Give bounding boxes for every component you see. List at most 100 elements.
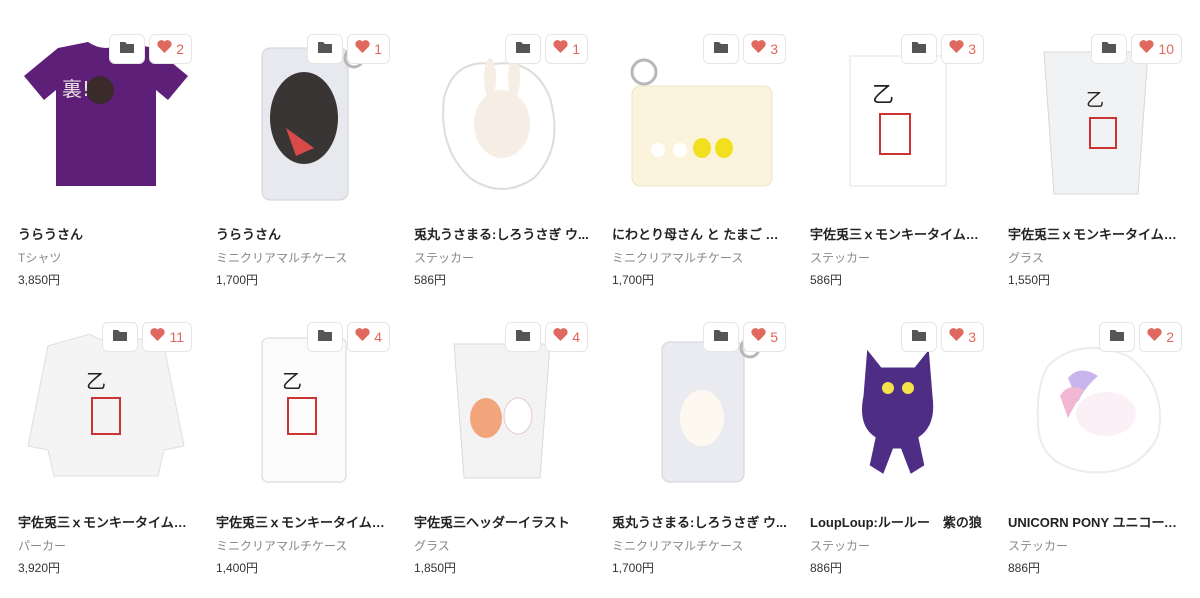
product-price: 886円	[810, 561, 843, 575]
like-count: 4	[572, 329, 580, 345]
svg-text:乙: 乙	[282, 369, 302, 393]
product-image[interactable]: 乙 3	[810, 34, 986, 214]
product-card[interactable]: 2 UNICORN PONY ユニコーン... ステッカー 886円	[1008, 322, 1184, 576]
product-title[interactable]: 宇佐兎三ｘモンキータイム ...	[1008, 224, 1184, 243]
product-image[interactable]: 乙 11	[18, 322, 194, 502]
folder-icon	[515, 328, 531, 347]
product-card[interactable]: 3 LoupLoup:ルールー 紫の狼 ステッカー 886円	[810, 322, 986, 576]
like-button[interactable]: 1	[545, 34, 588, 64]
hoodie-image: 乙	[27, 333, 185, 477]
product-card[interactable]: 乙 3 宇佐兎三ｘモンキータイム ... ステッカー 586円	[810, 34, 986, 288]
add-to-folder-button[interactable]	[1099, 322, 1136, 352]
product-image[interactable]: 3	[810, 322, 986, 502]
add-to-folder-button[interactable]	[703, 34, 740, 64]
heart-icon	[1139, 40, 1155, 58]
like-button[interactable]: 4	[347, 322, 390, 352]
product-title[interactable]: 宇佐兎三ヘッダーイラスト	[414, 512, 590, 531]
product-card[interactable]: 1 うらうさん ミニクリアマルチケース 1,700円	[216, 34, 392, 288]
like-count: 1	[374, 41, 382, 57]
product-image[interactable]: 2	[1008, 322, 1184, 502]
product-title[interactable]: 兎丸うさまる:しろうさぎ ウ...	[414, 224, 590, 243]
add-to-folder-button[interactable]	[901, 322, 938, 352]
product-image[interactable]: 4	[414, 322, 590, 502]
folder-icon	[515, 40, 531, 59]
card-actions: 1	[505, 34, 588, 64]
card-actions: 2	[1099, 322, 1182, 352]
add-to-folder-button[interactable]	[703, 322, 740, 352]
product-card[interactable]: 乙 11 宇佐兎三ｘモンキータイム ... パーカー 3,920円	[18, 322, 194, 576]
like-button[interactable]: 10	[1131, 34, 1182, 64]
product-grid: 裏! 2 うらうさん Tシャツ 3,850円 1 うらうさん ミニクリアマルチケ…	[0, 0, 1200, 598]
folder-icon	[1109, 328, 1125, 347]
like-count: 2	[176, 41, 184, 57]
folder-icon	[713, 40, 729, 59]
product-image[interactable]: 乙 10	[1008, 34, 1184, 214]
like-count: 3	[968, 329, 976, 345]
add-to-folder-button[interactable]	[102, 322, 139, 352]
like-button[interactable]: 5	[743, 322, 786, 352]
product-title[interactable]: うらうさん	[216, 224, 392, 243]
like-button[interactable]: 2	[149, 34, 192, 64]
product-category: ステッカー	[810, 539, 871, 553]
product-card[interactable]: 5 兎丸うさまる:しろうさぎ ウ... ミニクリアマルチケース 1,700円	[612, 322, 788, 576]
product-title[interactable]: LoupLoup:ルールー 紫の狼	[810, 512, 986, 531]
product-title[interactable]: うらうさん	[18, 224, 194, 243]
add-to-folder-button[interactable]	[109, 34, 146, 64]
heart-icon	[751, 328, 766, 346]
product-image[interactable]: 1	[216, 34, 392, 214]
like-button[interactable]: 11	[142, 322, 192, 352]
product-card[interactable]: 乙 10 宇佐兎三ｘモンキータイム ... グラス 1,550円	[1008, 34, 1184, 288]
product-card[interactable]: 4 宇佐兎三ヘッダーイラスト グラス 1,850円	[414, 322, 590, 576]
card-actions: 3	[901, 322, 984, 352]
like-button[interactable]: 2	[1139, 322, 1182, 352]
product-title[interactable]: 宇佐兎三ｘモンキータイム ...	[810, 224, 986, 243]
product-image[interactable]: 裏! 2	[18, 34, 194, 214]
product-card[interactable]: 乙 4 宇佐兎三ｘモンキータイム ... ミニクリアマルチケース 1,400円	[216, 322, 392, 576]
add-to-folder-button[interactable]	[505, 34, 542, 64]
clear-case-image	[261, 47, 365, 201]
add-to-folder-button[interactable]	[307, 322, 344, 352]
product-image[interactable]: 5	[612, 322, 788, 502]
product-image[interactable]: 乙 4	[216, 322, 392, 502]
product-price: 1,700円	[612, 273, 655, 287]
svg-text:乙: 乙	[86, 369, 106, 393]
product-title[interactable]: にわとり母さん と たまご と ...	[612, 224, 788, 243]
heart-icon	[553, 40, 568, 58]
product-title[interactable]: 宇佐兎三ｘモンキータイム ...	[18, 512, 194, 531]
product-category: ステッカー	[414, 251, 475, 265]
like-button[interactable]: 3	[743, 34, 786, 64]
like-button[interactable]: 4	[545, 322, 588, 352]
card-actions: 3	[901, 34, 984, 64]
product-card[interactable]: 3 にわとり母さん と たまご と ... ミニクリアマルチケース 1,700円	[612, 34, 788, 288]
product-price: 3,920円	[18, 561, 61, 575]
glass-image	[453, 343, 551, 479]
product-card[interactable]: 裏! 2 うらうさん Tシャツ 3,850円	[18, 34, 194, 288]
heart-icon	[949, 40, 964, 58]
like-button[interactable]: 3	[941, 34, 984, 64]
product-title[interactable]: 兎丸うさまる:しろうさぎ ウ...	[612, 512, 788, 531]
clear-case-image	[661, 337, 761, 483]
like-count: 5	[770, 329, 778, 345]
svg-text:裏!: 裏!	[62, 77, 90, 101]
product-image[interactable]: 1	[414, 34, 590, 214]
folder-icon	[911, 40, 927, 59]
add-to-folder-button[interactable]	[901, 34, 938, 64]
like-count: 10	[1158, 41, 1174, 57]
product-price: 1,400円	[216, 561, 259, 575]
product-price: 586円	[414, 273, 447, 287]
like-button[interactable]: 3	[941, 322, 984, 352]
product-image[interactable]: 3	[612, 34, 788, 214]
add-to-folder-button[interactable]	[1091, 34, 1128, 64]
product-price: 1,700円	[612, 561, 655, 575]
product-category: ミニクリアマルチケース	[216, 539, 348, 553]
add-to-folder-button[interactable]	[307, 34, 344, 64]
add-to-folder-button[interactable]	[505, 322, 542, 352]
product-title[interactable]: UNICORN PONY ユニコーン...	[1008, 512, 1184, 531]
product-card[interactable]: 1 兎丸うさまる:しろうさぎ ウ... ステッカー 586円	[414, 34, 590, 288]
folder-icon	[911, 328, 927, 347]
like-button[interactable]: 1	[347, 34, 390, 64]
like-count: 3	[968, 41, 976, 57]
card-actions: 5	[703, 322, 786, 352]
product-title[interactable]: 宇佐兎三ｘモンキータイム ...	[216, 512, 392, 531]
card-actions: 10	[1091, 34, 1182, 64]
